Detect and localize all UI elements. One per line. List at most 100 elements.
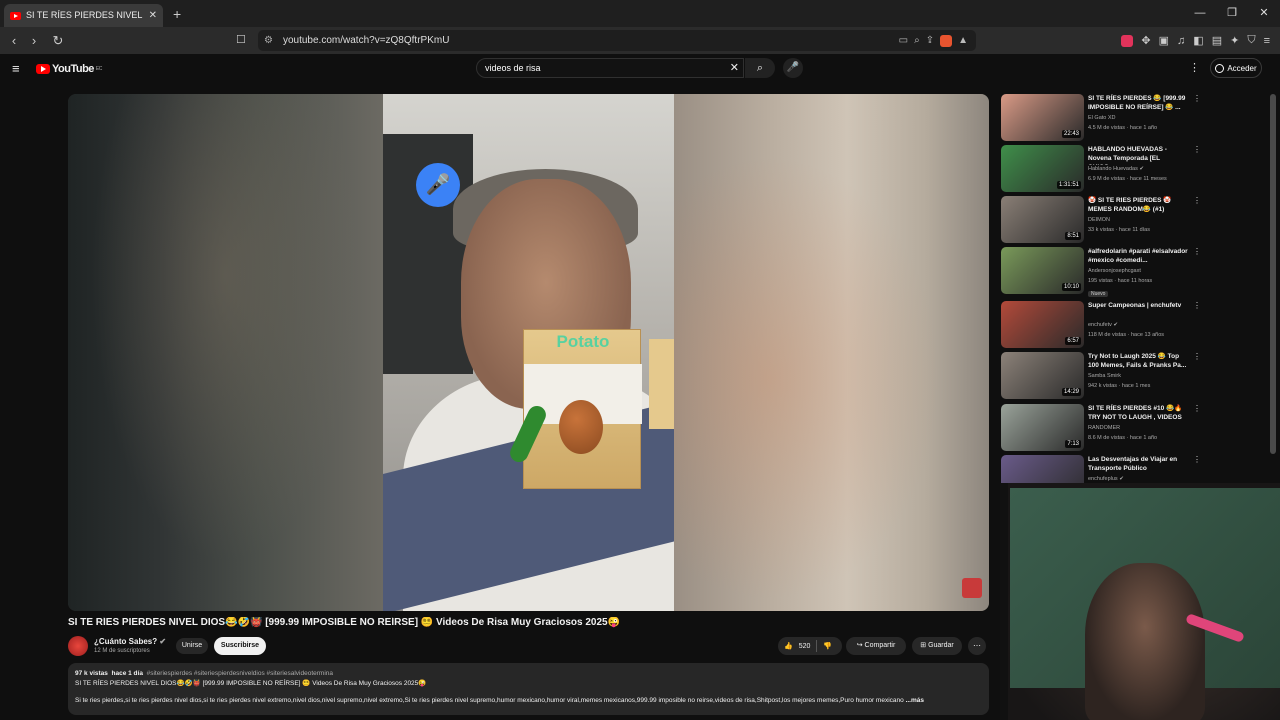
wallet-icon[interactable]: ▤ bbox=[1212, 34, 1222, 47]
close-window-icon[interactable]: ✕ bbox=[1248, 0, 1280, 27]
video-thumbnail[interactable]: 14:29 bbox=[1001, 352, 1084, 399]
video-thumbnail[interactable]: 10:10 bbox=[1001, 247, 1084, 294]
channel-avatar[interactable] bbox=[68, 636, 88, 656]
video-thumbnail[interactable]: 1:31:51 bbox=[1001, 145, 1084, 192]
channel-name[interactable]: ¿Cuánto Sabes? ✔ bbox=[94, 637, 166, 646]
filter-box-side bbox=[649, 339, 674, 429]
subscribe-button[interactable]: Suscribirse bbox=[214, 637, 266, 655]
back-icon[interactable]: ‹ bbox=[4, 33, 24, 48]
menu-icon[interactable]: ≡ bbox=[1264, 35, 1270, 47]
sign-in-label: Acceder bbox=[1227, 63, 1257, 73]
media-icon[interactable]: ♫ bbox=[1177, 35, 1185, 47]
voice-search-button[interactable]: 🎤 bbox=[783, 58, 803, 78]
extensions-icon[interactable]: ✥ bbox=[1141, 34, 1150, 47]
related-video-channel[interactable]: Samba Smirk bbox=[1088, 373, 1121, 379]
related-video-title[interactable]: Super Campeonas | enchufetv bbox=[1088, 301, 1188, 310]
zoom-icon[interactable]: ⌕ bbox=[914, 35, 920, 46]
guide-menu-icon[interactable]: ≡ bbox=[12, 61, 20, 76]
related-video-card[interactable]: 14:29 Try Not to Laugh 2025 😂 Top 100 Mem… bbox=[1000, 352, 1270, 402]
show-more-link[interactable]: ...más bbox=[906, 697, 924, 704]
related-video-channel[interactable]: Andersonjosephcgaxt bbox=[1088, 268, 1141, 274]
video-thumbnail[interactable]: 7:13 bbox=[1001, 404, 1084, 451]
screenshot-icon[interactable]: ▣ bbox=[1159, 34, 1169, 47]
forward-icon[interactable]: › bbox=[24, 33, 44, 48]
cast-icon[interactable]: ▭ bbox=[899, 35, 908, 46]
brave-rewards-icon[interactable]: ▲ bbox=[958, 35, 968, 46]
video-options-icon[interactable]: ⋮ bbox=[1193, 455, 1201, 464]
search-button[interactable]: ⌕ bbox=[745, 58, 775, 78]
share-label: Compartir bbox=[864, 642, 896, 649]
video-thumbnail[interactable]: 8:51 bbox=[1001, 196, 1084, 243]
pocket-icon[interactable] bbox=[1121, 34, 1134, 47]
mic-icon: 🎤 bbox=[786, 62, 800, 73]
close-tab-icon[interactable]: ✕ bbox=[149, 10, 157, 21]
brave-shield-icon[interactable] bbox=[940, 34, 953, 47]
related-video-card[interactable]: 22:43 SI TE RÍES PIERDES 😂 [999.99 IMPOSI… bbox=[1000, 94, 1270, 144]
related-video-card[interactable]: 8:51 🤡 SI TE RIES PIERDES 🤡 MEMES RANDOM😂… bbox=[1000, 196, 1270, 246]
share-page-icon[interactable]: ⇪ bbox=[926, 35, 934, 46]
share-button[interactable]: ↪ Compartir bbox=[846, 637, 906, 655]
related-video-title[interactable]: HABLANDO HUEVADAS - Novena Temporada [EL… bbox=[1088, 145, 1188, 165]
save-button[interactable]: ⊞ Guardar bbox=[912, 637, 962, 655]
video-thumbnail[interactable]: 6:57 bbox=[1001, 301, 1084, 348]
description-meta: 97 k vistas hace 1 día #siteriespierdes … bbox=[75, 669, 982, 679]
related-video-channel[interactable]: Hablando Huevadas ✔ bbox=[1088, 166, 1144, 172]
related-video-channel[interactable]: El Gato XD bbox=[1088, 115, 1116, 121]
more-actions-icon[interactable]: ⋯ bbox=[968, 637, 986, 655]
youtube-logo[interactable]: YouTube EC bbox=[36, 63, 102, 75]
duration-badge: 8:51 bbox=[1065, 232, 1081, 240]
video-options-icon[interactable]: ⋮ bbox=[1193, 352, 1201, 361]
related-video-title[interactable]: Try Not to Laugh 2025 😂 Top 100 Memes, F… bbox=[1088, 352, 1188, 370]
vpn-icon[interactable]: ⛉ bbox=[1247, 34, 1255, 47]
description-box[interactable]: 97 k vistas hace 1 día #siteriespierdes … bbox=[68, 663, 989, 715]
browser-tab[interactable]: SI TE RÍES PIERDES NIVEL DIOS😂🎁 ✕ bbox=[4, 4, 163, 27]
related-video-meta: 6.9 M de vistas · hace 11 meses bbox=[1088, 176, 1167, 182]
dislike-icon[interactable]: 👎 bbox=[823, 642, 832, 650]
leo-icon[interactable]: ✦ bbox=[1230, 34, 1239, 47]
related-video-channel[interactable]: enchufeplus ✔ bbox=[1088, 476, 1124, 482]
verified-icon: ✔ bbox=[159, 637, 167, 646]
sign-in-button[interactable]: Acceder bbox=[1210, 58, 1262, 78]
site-info-icon[interactable]: ⚙ bbox=[264, 35, 273, 46]
channel-watermark[interactable] bbox=[962, 578, 982, 598]
related-video-channel[interactable]: DEIMON bbox=[1088, 217, 1110, 223]
related-video-card[interactable]: 7:13 SI TE RÍES PIERDES #10 😂🔥 TRY NOT TO… bbox=[1000, 404, 1270, 454]
scrollbar[interactable] bbox=[1270, 94, 1276, 454]
video-options-icon[interactable]: ⋮ bbox=[1193, 404, 1201, 413]
channel-name-text: ¿Cuánto Sabes? bbox=[94, 637, 158, 646]
new-tab-icon[interactable]: + bbox=[173, 6, 181, 22]
video-options-icon[interactable]: ⋮ bbox=[1193, 301, 1201, 310]
restore-icon[interactable]: ❐ bbox=[1216, 0, 1248, 27]
related-video-title[interactable]: Las Desventajas de Viajar en Transporte … bbox=[1088, 455, 1188, 473]
reload-icon[interactable]: ↻ bbox=[48, 33, 68, 49]
subscriber-count: 12 M de suscriptores bbox=[94, 648, 150, 654]
address-bar[interactable]: ⚙ youtube.com/watch?v=zQ8QftrPKmU ▭ ⌕ ⇪ … bbox=[258, 30, 976, 51]
related-video-title[interactable]: SI TE RÍES PIERDES #10 😂🔥 TRY NOT TO LAU… bbox=[1088, 404, 1188, 424]
minimize-icon[interactable]: — bbox=[1184, 0, 1216, 27]
video-options-icon[interactable]: ⋮ bbox=[1193, 94, 1201, 103]
related-video-title[interactable]: 🤡 SI TE RIES PIERDES 🤡 MEMES RANDOM😂 (#1… bbox=[1088, 196, 1188, 214]
related-video-card[interactable]: 1:31:51 HABLANDO HUEVADAS - Novena Tempor… bbox=[1000, 145, 1270, 195]
related-video-title[interactable]: #alfredolarin #parati #elsalvador #mexic… bbox=[1088, 247, 1188, 265]
related-video-title[interactable]: SI TE RÍES PIERDES 😂 [999.99 IMPOSIBLE N… bbox=[1088, 94, 1188, 112]
related-video-card[interactable]: 10:10 #alfredolarin #parati #elsalvador #… bbox=[1000, 247, 1270, 297]
like-count[interactable]: 520 bbox=[799, 643, 811, 650]
like-icon[interactable]: 👍 bbox=[784, 642, 793, 650]
hashtags[interactable]: #siteriespierdes #siteriespierdesniveldi… bbox=[147, 670, 333, 677]
related-video-card[interactable]: 6:57 Super Campeonas | enchufetv enchufetv… bbox=[1000, 301, 1270, 351]
join-button[interactable]: Unirse bbox=[176, 638, 208, 654]
bookmark-icon[interactable]: ☐ bbox=[236, 33, 246, 46]
related-video-channel[interactable]: enchufetv ✔ bbox=[1088, 322, 1118, 328]
video-options-icon[interactable]: ⋮ bbox=[1193, 247, 1201, 256]
video-thumbnail[interactable]: 22:43 bbox=[1001, 94, 1084, 141]
related-video-channel[interactable]: RANDOMER bbox=[1088, 425, 1120, 431]
video-player[interactable]: 🎤 Potato bbox=[68, 94, 989, 611]
webcam-person bbox=[1085, 563, 1205, 720]
settings-dots-icon[interactable]: ⋮ bbox=[1189, 61, 1200, 74]
duration-badge: 1:31:51 bbox=[1056, 181, 1081, 189]
video-options-icon[interactable]: ⋮ bbox=[1193, 196, 1201, 205]
sidebar-icon[interactable]: ◧ bbox=[1193, 34, 1203, 47]
search-input[interactable]: videos de risa ✕ bbox=[476, 58, 744, 78]
video-options-icon[interactable]: ⋮ bbox=[1193, 145, 1201, 154]
clear-search-icon[interactable]: ✕ bbox=[730, 59, 739, 77]
